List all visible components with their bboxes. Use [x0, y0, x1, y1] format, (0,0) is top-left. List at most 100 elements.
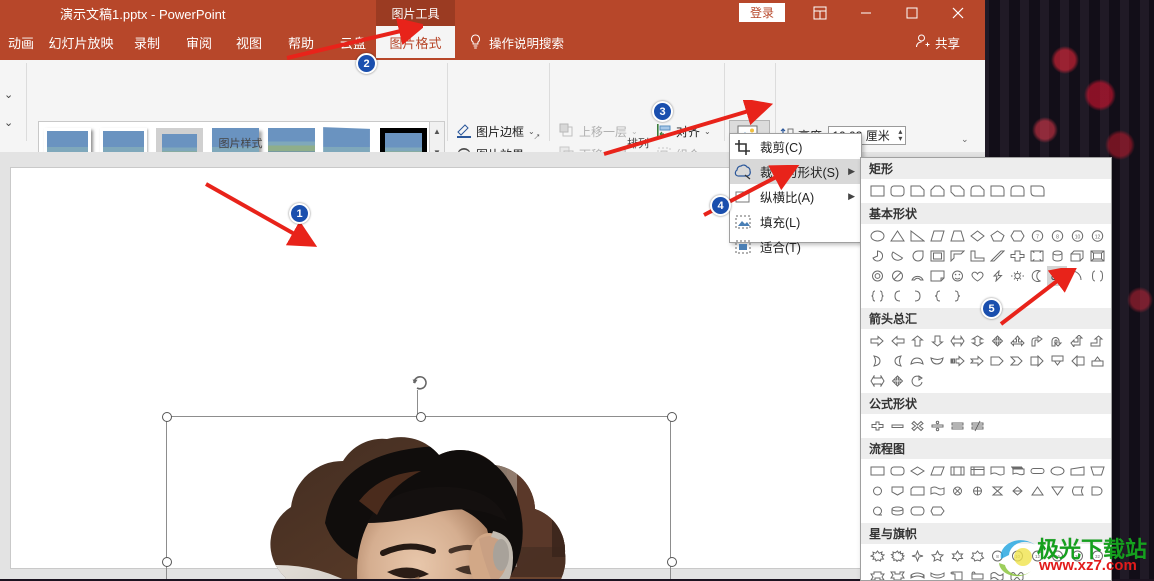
shape-fc-extract[interactable] — [1027, 481, 1047, 501]
shape-star-16[interactable]: 16 — [1047, 546, 1067, 566]
shape-fc-offpage-connector[interactable] — [887, 481, 907, 501]
shape-diagonal-stripe[interactable] — [987, 246, 1007, 266]
resize-handle-e[interactable] — [667, 557, 677, 567]
shape-snip-round-same-side[interactable] — [967, 181, 987, 201]
tell-me-search[interactable]: 操作说明搜索 — [489, 26, 564, 58]
shape-rectangle[interactable] — [867, 181, 887, 201]
shape-curved-up-arrow[interactable] — [907, 351, 927, 371]
resize-handle-w[interactable] — [162, 557, 172, 567]
shape-right-brace[interactable] — [947, 286, 967, 306]
shape-fc-stored-data[interactable] — [1067, 481, 1087, 501]
shape-fc-connector[interactable] — [867, 481, 887, 501]
collapsed-group-1-icon[interactable]: ⌄ — [4, 88, 13, 101]
shape-round-same-side[interactable] — [1007, 181, 1027, 201]
shape-fc-display[interactable] — [927, 501, 947, 521]
shape-cross[interactable] — [1007, 246, 1027, 266]
shape-fc-manual-operation[interactable] — [1087, 461, 1107, 481]
shape-smiley-face[interactable] — [947, 266, 967, 286]
shape-can[interactable] — [1047, 246, 1067, 266]
shape-plus[interactable] — [867, 416, 887, 436]
shape-star-6[interactable] — [947, 546, 967, 566]
tab-record[interactable]: 录制 — [126, 26, 168, 58]
shape-quad-arrow[interactable] — [987, 331, 1007, 351]
resize-handle-n[interactable] — [416, 412, 426, 422]
shape-curved-down-arrow[interactable] — [927, 351, 947, 371]
shape-half-frame[interactable] — [947, 246, 967, 266]
shape-explosion-2[interactable] — [887, 546, 907, 566]
shape-quad-arrow-callout[interactable] — [887, 371, 907, 391]
rotate-handle-icon[interactable] — [411, 373, 429, 391]
tab-review[interactable]: 审阅 — [178, 26, 220, 58]
shape-circular-arrow[interactable] — [907, 371, 927, 391]
shape-fc-decision[interactable] — [907, 461, 927, 481]
shape-octagon[interactable]: 8 — [1047, 226, 1067, 246]
shape-down-arrow[interactable] — [927, 331, 947, 351]
ribbon-display-options-icon[interactable] — [797, 0, 842, 26]
shape-star-5[interactable] — [927, 546, 947, 566]
shape-right-triangle[interactable] — [907, 226, 927, 246]
shape-fc-card[interactable] — [907, 481, 927, 501]
shape-bent-arrow[interactable] — [1027, 331, 1047, 351]
shape-not-equal[interactable] — [967, 416, 987, 436]
shape-plaque[interactable] — [1027, 246, 1047, 266]
shape-l-shape[interactable] — [967, 246, 987, 266]
shape-left-arrow-callout[interactable] — [1067, 351, 1087, 371]
shape-notched-right-arrow[interactable] — [967, 351, 987, 371]
shape-up-arrow-callout[interactable] — [1087, 351, 1107, 371]
shape-trapezoid[interactable] — [947, 226, 967, 246]
shape-star-32[interactable]: 32 — [1087, 546, 1107, 566]
shape-fc-multidocument[interactable] — [1007, 461, 1027, 481]
shape-fc-process[interactable] — [867, 461, 887, 481]
shape-fc-preparation[interactable] — [1047, 461, 1067, 481]
shape-curved-left-arrow[interactable] — [887, 351, 907, 371]
picture-border-button[interactable]: 图片边框 ⌄ — [453, 120, 538, 142]
shape-fc-document[interactable] — [987, 461, 1007, 481]
shape-bent-up-arrow[interactable] — [1087, 331, 1107, 351]
shape-folded-corner[interactable] — [927, 266, 947, 286]
signin-button[interactable]: 登录 — [739, 3, 785, 22]
shape-star-4[interactable] — [907, 546, 927, 566]
height-stepper[interactable]: ▴ ▾ — [898, 128, 902, 143]
shape-pentagon-arrow[interactable] — [987, 351, 1007, 371]
shape-snip-diagonal[interactable] — [947, 181, 967, 201]
shape-rounded-rectangle[interactable] — [887, 181, 907, 201]
shape-decagon[interactable]: 10 — [1067, 226, 1087, 246]
shape-cube[interactable] — [1067, 246, 1087, 266]
shape-equal[interactable] — [947, 416, 967, 436]
shape-fc-predefined-process[interactable] — [947, 461, 967, 481]
shape-bevel[interactable] — [1087, 246, 1107, 266]
shape-round-diagonal[interactable] — [1027, 181, 1047, 201]
cloud-cropped-photo[interactable] — [207, 427, 627, 579]
shape-star-24[interactable]: 24 — [1067, 546, 1087, 566]
shape-u-turn-arrow[interactable] — [1047, 331, 1067, 351]
menu-item-fit[interactable]: 适合(T) — [730, 234, 861, 259]
shape-multiply[interactable] — [907, 416, 927, 436]
shape-left-right-arrow[interactable] — [947, 331, 967, 351]
shape-star-12[interactable]: 12 — [1027, 546, 1047, 566]
shape-left-bracket[interactable] — [887, 286, 907, 306]
shape-teardrop[interactable] — [907, 246, 927, 266]
shape-heptagon[interactable]: 7 — [1027, 226, 1047, 246]
tab-slideshow[interactable]: 幻灯片放映 — [44, 26, 118, 58]
tab-animations[interactable]: 动画 — [0, 26, 42, 58]
shape-triangle[interactable] — [887, 226, 907, 246]
shape-no-symbol[interactable] — [887, 266, 907, 286]
shape-star-10[interactable]: 10 — [1007, 546, 1027, 566]
shape-up-arrow[interactable] — [907, 331, 927, 351]
shape-explosion-1[interactable] — [867, 546, 887, 566]
shape-fc-magnetic-disk[interactable] — [887, 501, 907, 521]
shape-hexagon[interactable] — [1007, 226, 1027, 246]
shape-double-bracket[interactable] — [1087, 266, 1107, 286]
shape-minus[interactable] — [887, 416, 907, 436]
shape-block-arc[interactable] — [907, 266, 927, 286]
shape-dodecagon[interactable]: 12 — [1087, 226, 1107, 246]
shape-double-brace[interactable] — [867, 286, 887, 306]
shape-snip-same-side[interactable] — [927, 181, 947, 201]
shape-fc-delay[interactable] — [1087, 481, 1107, 501]
shape-down-arrow-callout[interactable] — [1047, 351, 1067, 371]
shape-fc-internal-storage[interactable] — [967, 461, 987, 481]
minimize-icon[interactable] — [843, 0, 888, 26]
shape-fc-sequential-access[interactable] — [867, 501, 887, 521]
shape-left-up-arrow[interactable] — [1067, 331, 1087, 351]
shape-fc-data[interactable] — [927, 461, 947, 481]
